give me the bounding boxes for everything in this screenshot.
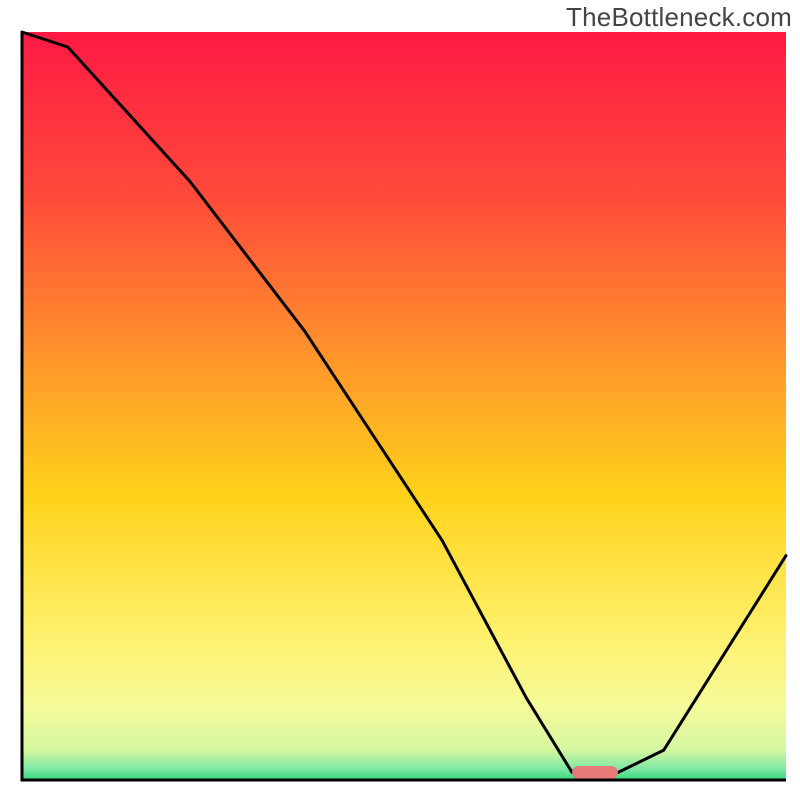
bottleneck-chart — [12, 30, 788, 790]
chart-background — [22, 32, 786, 780]
watermark-text: TheBottleneck.com — [566, 2, 792, 33]
chart-container: TheBottleneck.com — [0, 0, 800, 800]
optimal-marker — [572, 766, 618, 779]
